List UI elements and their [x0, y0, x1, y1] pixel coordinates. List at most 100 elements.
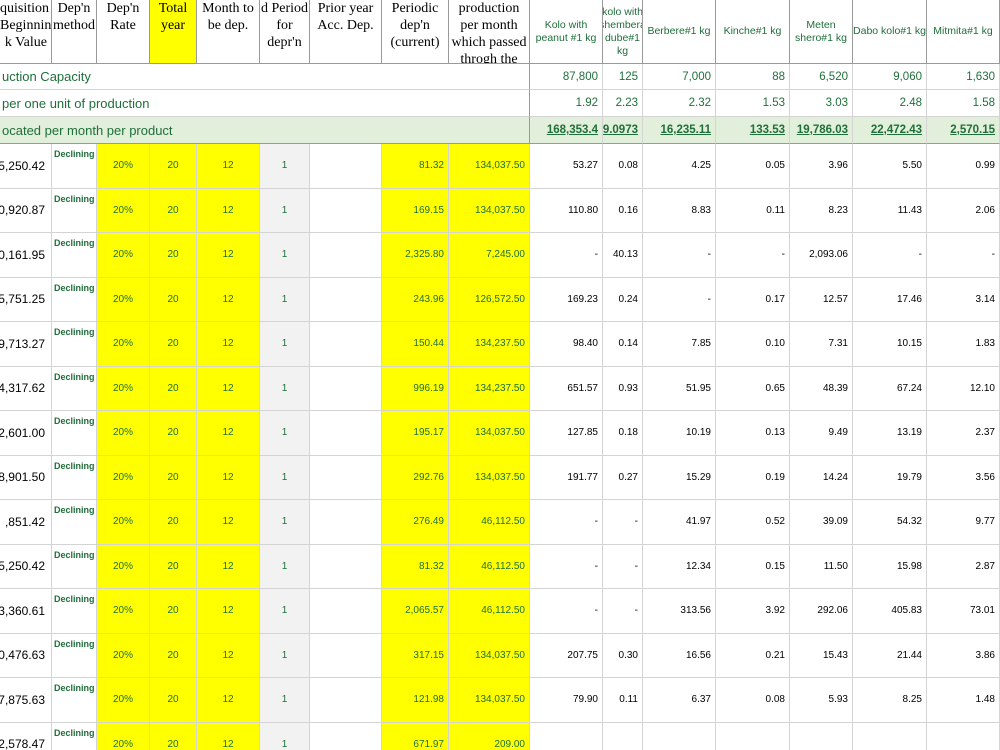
summary-value[interactable]: 2,570.15 — [927, 117, 1000, 144]
production-cell[interactable]: 134,037.50 — [449, 188, 530, 233]
product-value-cell[interactable]: 0.65 — [716, 366, 790, 411]
total-year-cell[interactable]: 20 — [150, 322, 197, 367]
product-value-cell[interactable]: 0.11 — [603, 678, 643, 723]
product-value-cell[interactable]: 0.08 — [603, 144, 643, 189]
total-year-cell[interactable]: 20 — [150, 455, 197, 500]
periodic-depn-cell[interactable]: 276.49 — [382, 500, 449, 545]
rate-cell[interactable]: 20% — [97, 144, 150, 189]
periodic-depn-cell[interactable]: 2,325.80 — [382, 233, 449, 278]
book-value-cell[interactable]: 3,360.61 — [0, 589, 52, 634]
product-value-cell[interactable]: 8.25 — [853, 678, 927, 723]
total-year-cell[interactable]: 20 — [150, 722, 197, 750]
month-cell[interactable]: 12 — [197, 678, 260, 723]
total-year-cell[interactable]: 20 — [150, 633, 197, 678]
product-value-cell[interactable]: - — [716, 233, 790, 278]
method-cell[interactable]: Declining — [52, 455, 97, 500]
spreadsheet-grid[interactable]: quisition Beginning k ValueDep'n methodD… — [0, 0, 1000, 750]
summary-value[interactable]: 2.48 — [853, 90, 927, 117]
header-period-for-depn[interactable]: d Period for depr'n — [260, 0, 310, 64]
product-value-cell[interactable]: 3.56 — [927, 455, 1000, 500]
production-cell[interactable]: 134,037.50 — [449, 455, 530, 500]
product-value-cell[interactable]: 11.43 — [853, 188, 927, 233]
product-value-cell[interactable]: 41.97 — [643, 500, 716, 545]
rate-cell[interactable]: 20% — [97, 544, 150, 589]
summary-value[interactable]: 9,060 — [853, 64, 927, 90]
product-value-cell[interactable]: 292.06 — [790, 589, 853, 634]
product-value-cell[interactable]: 5.93 — [790, 678, 853, 723]
product-value-cell[interactable]: 7.85 — [643, 322, 716, 367]
product-value-cell[interactable]: 13.19 — [853, 411, 927, 456]
book-value-cell[interactable]: 5,751.25 — [0, 277, 52, 322]
period-cell[interactable]: 1 — [260, 144, 310, 189]
header-product-4[interactable]: Kinche#1 kg — [716, 0, 790, 64]
product-value-cell[interactable]: 0.18 — [603, 411, 643, 456]
product-value-cell[interactable]: 54.32 — [853, 500, 927, 545]
rate-cell[interactable]: 20% — [97, 589, 150, 634]
period-cell[interactable]: 1 — [260, 633, 310, 678]
product-value-cell[interactable]: - — [853, 233, 927, 278]
summary-value[interactable]: 125 — [603, 64, 643, 90]
method-cell[interactable]: Declining — [52, 633, 97, 678]
header-total-year[interactable]: Total year — [150, 0, 197, 64]
product-value-cell[interactable]: 40.13 — [603, 233, 643, 278]
product-value-cell[interactable]: 5.50 — [853, 144, 927, 189]
product-value-cell[interactable] — [716, 722, 790, 750]
product-value-cell[interactable]: 48.39 — [790, 366, 853, 411]
product-value-cell[interactable]: 110.80 — [530, 188, 603, 233]
product-value-cell[interactable]: 3.96 — [790, 144, 853, 189]
prior-acc-dep-cell[interactable] — [310, 322, 382, 367]
book-value-cell[interactable]: 0,161.95 — [0, 233, 52, 278]
prior-acc-dep-cell[interactable] — [310, 277, 382, 322]
product-value-cell[interactable]: - — [530, 500, 603, 545]
total-year-cell[interactable]: 20 — [150, 589, 197, 634]
product-value-cell[interactable]: 15.29 — [643, 455, 716, 500]
product-value-cell[interactable]: 0.30 — [603, 633, 643, 678]
method-cell[interactable]: Declining — [52, 411, 97, 456]
product-value-cell[interactable]: 15.98 — [853, 544, 927, 589]
product-value-cell[interactable] — [643, 722, 716, 750]
product-value-cell[interactable]: - — [603, 500, 643, 545]
period-cell[interactable]: 1 — [260, 366, 310, 411]
rate-cell[interactable]: 20% — [97, 455, 150, 500]
method-cell[interactable]: Declining — [52, 322, 97, 367]
method-cell[interactable]: Declining — [52, 544, 97, 589]
total-year-cell[interactable]: 20 — [150, 411, 197, 456]
month-cell[interactable]: 12 — [197, 500, 260, 545]
product-value-cell[interactable]: 10.19 — [643, 411, 716, 456]
periodic-depn-cell[interactable]: 81.32 — [382, 144, 449, 189]
periodic-depn-cell[interactable]: 150.44 — [382, 322, 449, 367]
product-value-cell[interactable]: 127.85 — [530, 411, 603, 456]
header-product-1[interactable]: Kolo with peanut #1 kg — [530, 0, 603, 64]
month-cell[interactable]: 12 — [197, 144, 260, 189]
month-cell[interactable]: 12 — [197, 722, 260, 750]
product-value-cell[interactable]: - — [530, 589, 603, 634]
product-value-cell[interactable]: 11.50 — [790, 544, 853, 589]
product-value-cell[interactable]: 67.24 — [853, 366, 927, 411]
periodic-depn-cell[interactable]: 317.15 — [382, 633, 449, 678]
method-cell[interactable]: Declining — [52, 500, 97, 545]
header-product-5[interactable]: Meten shero#1 kg — [790, 0, 853, 64]
summary-value[interactable]: 7,000 — [643, 64, 716, 90]
period-cell[interactable]: 1 — [260, 722, 310, 750]
book-value-cell[interactable]: 7,875.63 — [0, 678, 52, 723]
product-value-cell[interactable]: 0.05 — [716, 144, 790, 189]
total-year-cell[interactable]: 20 — [150, 144, 197, 189]
summary-value[interactable]: 2.23 — [603, 90, 643, 117]
periodic-depn-cell[interactable]: 169.15 — [382, 188, 449, 233]
prior-acc-dep-cell[interactable] — [310, 411, 382, 456]
product-value-cell[interactable]: - — [530, 544, 603, 589]
period-cell[interactable]: 1 — [260, 500, 310, 545]
period-cell[interactable]: 1 — [260, 411, 310, 456]
month-cell[interactable]: 12 — [197, 188, 260, 233]
header-production-month[interactable]: production per month which passed throgh… — [449, 0, 530, 64]
rate-cell[interactable]: 20% — [97, 277, 150, 322]
header-periodic-depn[interactable]: Periodic dep'n (current) — [382, 0, 449, 64]
product-value-cell[interactable]: 8.23 — [790, 188, 853, 233]
production-cell[interactable]: 7,245.00 — [449, 233, 530, 278]
periodic-depn-cell[interactable]: 121.98 — [382, 678, 449, 723]
summary-value[interactable]: 3.03 — [790, 90, 853, 117]
total-year-cell[interactable]: 20 — [150, 366, 197, 411]
header-depn-method[interactable]: Dep'n method — [52, 0, 97, 64]
month-cell[interactable]: 12 — [197, 411, 260, 456]
prior-acc-dep-cell[interactable] — [310, 722, 382, 750]
